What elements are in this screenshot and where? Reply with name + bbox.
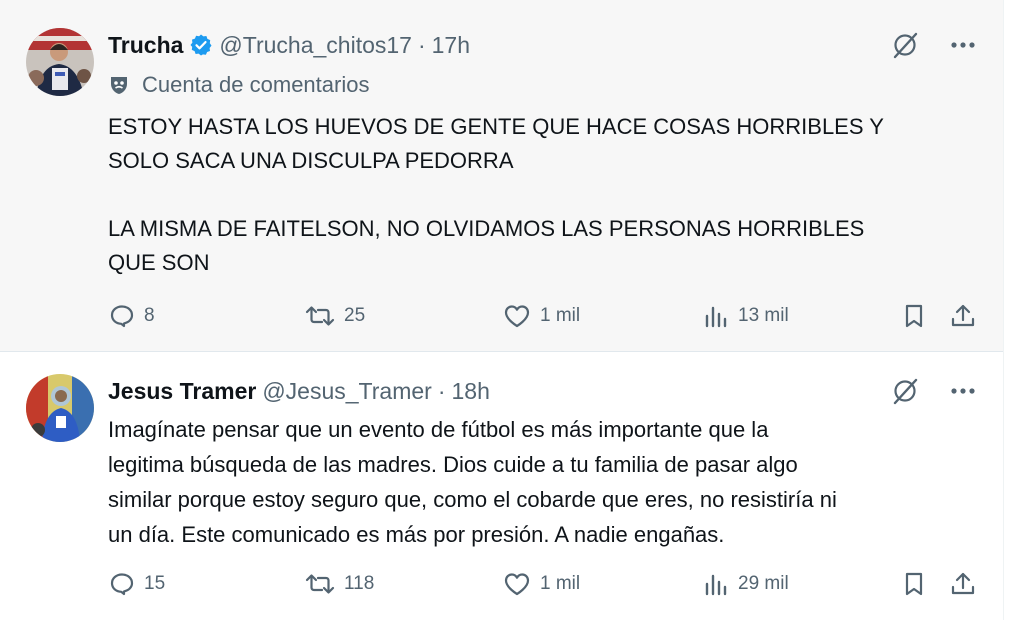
like-count: 1 mil xyxy=(540,573,581,594)
reply-icon xyxy=(110,573,134,596)
views-count: 29 mil xyxy=(738,573,789,594)
bookmark-button[interactable] xyxy=(900,566,928,602)
repost-button[interactable]: 25 xyxy=(304,298,365,334)
repost-icon xyxy=(305,574,335,594)
reply-count: 15 xyxy=(144,573,166,594)
views-button[interactable]: 29 mil xyxy=(702,566,789,602)
like-icon xyxy=(504,573,530,596)
separator-dot: · xyxy=(417,31,426,58)
share-button[interactable] xyxy=(948,298,978,334)
tweet-trucha[interactable]: Trucha @Trucha_chitos17 · 17h Cuenta de … xyxy=(0,0,1003,352)
repost-count: 118 xyxy=(344,573,375,594)
header-actions xyxy=(889,376,979,406)
repost-button[interactable]: 118 xyxy=(304,566,374,602)
tweet-paragraph: ESTOY HASTA LOS HUEVOS DE GENTE QUE HACE… xyxy=(108,114,884,173)
timestamp[interactable]: 17h xyxy=(432,32,470,59)
views-icon xyxy=(705,574,727,596)
more-icon[interactable] xyxy=(947,376,979,406)
repost-count: 25 xyxy=(344,305,366,326)
community-label-text: Cuenta de comentarios xyxy=(142,72,370,97)
repost-icon xyxy=(305,306,335,326)
action-bar: 15 118 1 mil 29 mil xyxy=(0,566,1003,602)
scroll-gutter xyxy=(1003,0,1011,620)
display-name[interactable]: Trucha xyxy=(108,32,183,59)
tweet-header: Trucha @Trucha_chitos17 · 17h xyxy=(108,30,979,60)
grok-icon[interactable] xyxy=(889,376,921,406)
more-icon[interactable] xyxy=(947,30,979,60)
reply-button[interactable]: 15 xyxy=(108,566,165,602)
like-button[interactable]: 1 mil xyxy=(502,298,580,334)
bookmark-icon xyxy=(905,572,923,596)
tweet-header: Jesus Tramer @Jesus_Tramer · 18h xyxy=(108,376,979,406)
avatar-trucha[interactable] xyxy=(26,28,94,96)
share-button[interactable] xyxy=(948,566,978,602)
views-button[interactable]: 13 mil xyxy=(702,298,789,334)
handle[interactable]: @Jesus_Tramer xyxy=(262,378,431,405)
community-note-label[interactable]: Cuenta de comentarios xyxy=(108,72,369,98)
mask-icon xyxy=(108,74,130,96)
grok-icon[interactable] xyxy=(889,30,921,60)
like-button[interactable]: 1 mil xyxy=(502,566,580,602)
display-name[interactable]: Jesus Tramer xyxy=(108,378,256,405)
bookmark-button[interactable] xyxy=(900,298,928,334)
header-actions xyxy=(889,30,979,60)
reply-count: 8 xyxy=(144,305,155,326)
tweet-text: Imagínate pensar que un evento de fútbol… xyxy=(108,412,963,552)
bookmark-icon xyxy=(905,304,923,328)
tweet-paragraph: Imagínate pensar que un evento de fútbol… xyxy=(108,417,837,547)
views-count: 13 mil xyxy=(738,305,789,326)
share-icon xyxy=(951,304,975,327)
timestamp[interactable]: 18h xyxy=(451,378,489,405)
handle[interactable]: @Trucha_chitos17 xyxy=(219,32,412,59)
action-bar: 8 25 1 mil 13 mil xyxy=(0,298,1003,334)
reply-icon xyxy=(110,305,134,328)
tweet-paragraph: LA MISMA DE FAITELSON, NO OLVIDAMOS LAS … xyxy=(108,216,865,275)
reply-button[interactable]: 8 xyxy=(108,298,155,334)
views-icon xyxy=(705,306,727,328)
avatar-jesus-tramer[interactable] xyxy=(26,374,94,442)
separator-dot: · xyxy=(437,377,446,404)
verified-badge-icon[interactable] xyxy=(189,33,213,57)
like-icon xyxy=(504,305,530,328)
tweet-text: ESTOY HASTA LOS HUEVOS DE GENTE QUE HACE… xyxy=(108,110,963,280)
tweet-jesus-tramer[interactable]: Jesus Tramer @Jesus_Tramer · 18h Imagína… xyxy=(0,352,1003,620)
share-icon xyxy=(951,572,975,595)
like-count: 1 mil xyxy=(540,305,581,326)
